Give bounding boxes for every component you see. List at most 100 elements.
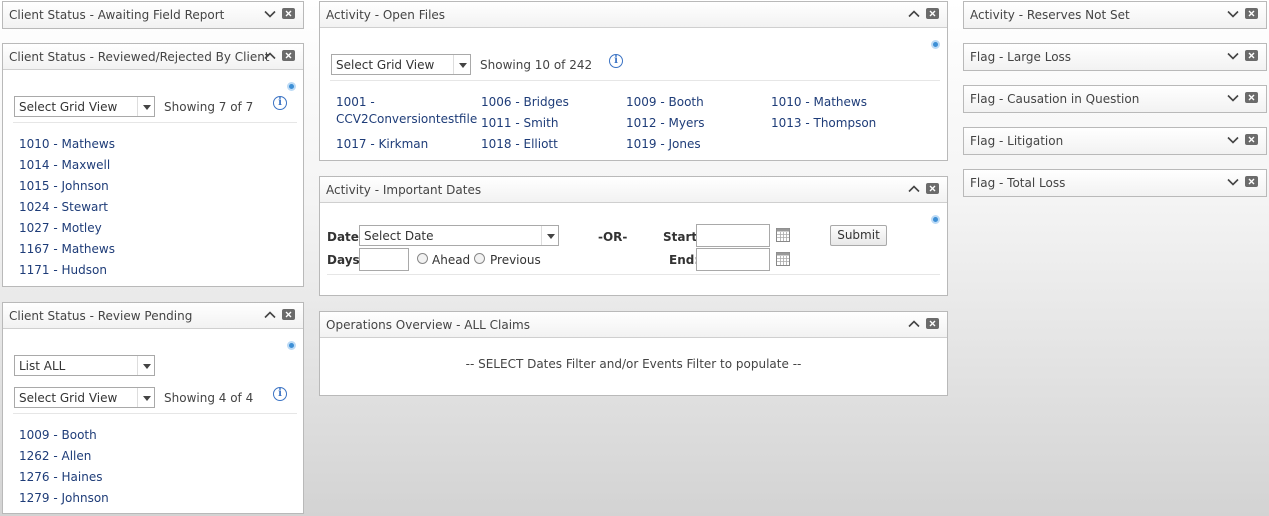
chevron-up-icon[interactable] xyxy=(907,182,921,196)
grid-view-select[interactable]: Select Grid View xyxy=(331,54,471,75)
chevron-down-icon xyxy=(137,356,154,375)
panel-header: Flag - Causation in Question xyxy=(964,86,1266,112)
panel-header: Activity - Open Files xyxy=(320,2,947,28)
file-link[interactable]: 1012 - Myers xyxy=(626,116,705,130)
list-item[interactable]: 1276 - Haines xyxy=(19,470,102,484)
close-icon[interactable] xyxy=(926,8,939,19)
file-link[interactable]: 1010 - Mathews xyxy=(771,95,867,109)
panel-header: Operations Overview - ALL Claims xyxy=(320,312,947,338)
chevron-down-icon xyxy=(137,97,154,116)
dashboard: { "left": { "awaiting": { "title": "Clie… xyxy=(0,0,1269,516)
list-item[interactable]: 1167 - Mathews xyxy=(19,242,115,256)
list-item[interactable]: 1024 - Stewart xyxy=(19,200,108,214)
chevron-up-icon[interactable] xyxy=(907,7,921,21)
close-icon[interactable] xyxy=(282,50,295,61)
list-filter-value: List ALL xyxy=(19,359,66,373)
close-icon[interactable] xyxy=(1245,92,1258,103)
panel-header: Activity - Reserves Not Set xyxy=(964,2,1266,28)
file-link[interactable]: 1006 - Bridges xyxy=(481,95,569,109)
list-item[interactable]: 1014 - Maxwell xyxy=(19,158,110,172)
file-link[interactable]: 1009 - Booth xyxy=(626,95,704,109)
close-icon[interactable] xyxy=(282,309,295,320)
refresh-icon[interactable] xyxy=(931,215,940,224)
file-link[interactable]: 1017 - Kirkman xyxy=(336,137,428,151)
panel-title: Activity - Reserves Not Set xyxy=(970,8,1130,22)
panel-title: Operations Overview - ALL Claims xyxy=(326,318,530,332)
panel-review-pending: Client Status - Review Pending List ALL … xyxy=(2,302,304,514)
file-link[interactable]: 1018 - Elliott xyxy=(481,137,558,151)
refresh-icon[interactable] xyxy=(931,40,940,49)
date-select-value: Select Date xyxy=(364,229,434,243)
previous-radio[interactable] xyxy=(474,253,485,264)
panel-title: Client Status - Reviewed/Rejected By Cli… xyxy=(9,50,270,64)
file-link[interactable]: 1001 - xyxy=(336,95,375,109)
panel-causation-in-question: Flag - Causation in Question xyxy=(963,85,1267,113)
list-item[interactable]: 1262 - Allen xyxy=(19,449,91,463)
ahead-radio[interactable] xyxy=(417,253,428,264)
calendar-icon[interactable] xyxy=(776,252,790,266)
days-field[interactable] xyxy=(359,248,409,271)
chevron-up-icon[interactable] xyxy=(263,49,277,63)
chevron-down-icon[interactable] xyxy=(1226,91,1240,105)
chevron-down-icon[interactable] xyxy=(263,7,277,21)
chevron-up-icon[interactable] xyxy=(263,308,277,322)
file-link[interactable]: 1013 - Thompson xyxy=(771,116,876,130)
grid-view-value: Select Grid View xyxy=(19,391,118,405)
chevron-down-icon xyxy=(137,388,154,407)
date-select[interactable]: Select Date xyxy=(359,225,559,246)
info-icon[interactable]: i xyxy=(609,54,623,68)
chevron-down-icon[interactable] xyxy=(1226,7,1240,21)
file-link[interactable]: CCV2Conversiontestfile xyxy=(336,112,477,126)
info-icon[interactable]: i xyxy=(273,96,287,110)
panel-header: Client Status - Awaiting Field Report xyxy=(3,2,303,28)
close-icon[interactable] xyxy=(1245,176,1258,187)
list-item[interactable]: 1015 - Johnson xyxy=(19,179,109,193)
panel-header: Flag - Total Loss xyxy=(964,170,1266,196)
close-icon[interactable] xyxy=(926,318,939,329)
panel-title: Client Status - Awaiting Field Report xyxy=(9,8,225,22)
start-date-field[interactable] xyxy=(696,224,770,247)
chevron-up-icon[interactable] xyxy=(907,317,921,331)
list-item[interactable]: 1010 - Mathews xyxy=(19,137,115,151)
info-icon[interactable]: i xyxy=(273,387,287,401)
panel-open-files: Activity - Open Files Select Grid View S… xyxy=(319,1,948,161)
panel-awaiting-field-report: Client Status - Awaiting Field Report xyxy=(2,1,304,29)
refresh-icon[interactable] xyxy=(287,82,296,91)
close-icon[interactable] xyxy=(1245,8,1258,19)
grid-view-select[interactable]: Select Grid View xyxy=(14,387,155,408)
refresh-icon[interactable] xyxy=(287,341,296,350)
panel-reserves-not-set: Activity - Reserves Not Set xyxy=(963,1,1267,29)
file-link[interactable]: 1011 - Smith xyxy=(481,116,558,130)
close-icon[interactable] xyxy=(1245,134,1258,145)
chevron-down-icon[interactable] xyxy=(1226,49,1240,63)
chevron-down-icon[interactable] xyxy=(1226,133,1240,147)
list-item[interactable]: 1171 - Hudson xyxy=(19,263,107,277)
panel-title: Flag - Litigation xyxy=(970,134,1064,148)
close-icon[interactable] xyxy=(282,8,295,19)
previous-label: Previous xyxy=(490,253,541,267)
grid-view-value: Select Grid View xyxy=(336,58,435,72)
divider xyxy=(327,274,940,275)
close-icon[interactable] xyxy=(926,183,939,194)
file-link[interactable]: 1019 - Jones xyxy=(626,137,701,151)
chevron-down-icon xyxy=(541,226,558,245)
end-date-field[interactable] xyxy=(696,248,770,271)
list-item[interactable]: 1279 - Johnson xyxy=(19,491,109,505)
list-item[interactable]: 1009 - Booth xyxy=(19,428,97,442)
list-item[interactable]: 1027 - Motley xyxy=(19,221,102,235)
close-icon[interactable] xyxy=(1245,50,1258,61)
panel-operations-overview: Operations Overview - ALL Claims -- SELE… xyxy=(319,311,948,396)
panel-title: Flag - Causation in Question xyxy=(970,92,1140,106)
divider xyxy=(13,413,297,414)
chevron-down-icon xyxy=(453,55,470,74)
showing-count: Showing 10 of 242 xyxy=(480,58,593,72)
submit-button[interactable]: Submit xyxy=(830,225,887,246)
list-filter-select[interactable]: List ALL xyxy=(14,355,155,376)
grid-view-select[interactable]: Select Grid View xyxy=(14,96,155,117)
ahead-label: Ahead xyxy=(432,253,471,267)
divider xyxy=(330,80,940,81)
calendar-icon[interactable] xyxy=(776,228,790,242)
chevron-down-icon[interactable] xyxy=(1226,175,1240,189)
panel-title: Activity - Important Dates xyxy=(326,183,482,197)
panel-title: Flag - Large Loss xyxy=(970,50,1072,64)
